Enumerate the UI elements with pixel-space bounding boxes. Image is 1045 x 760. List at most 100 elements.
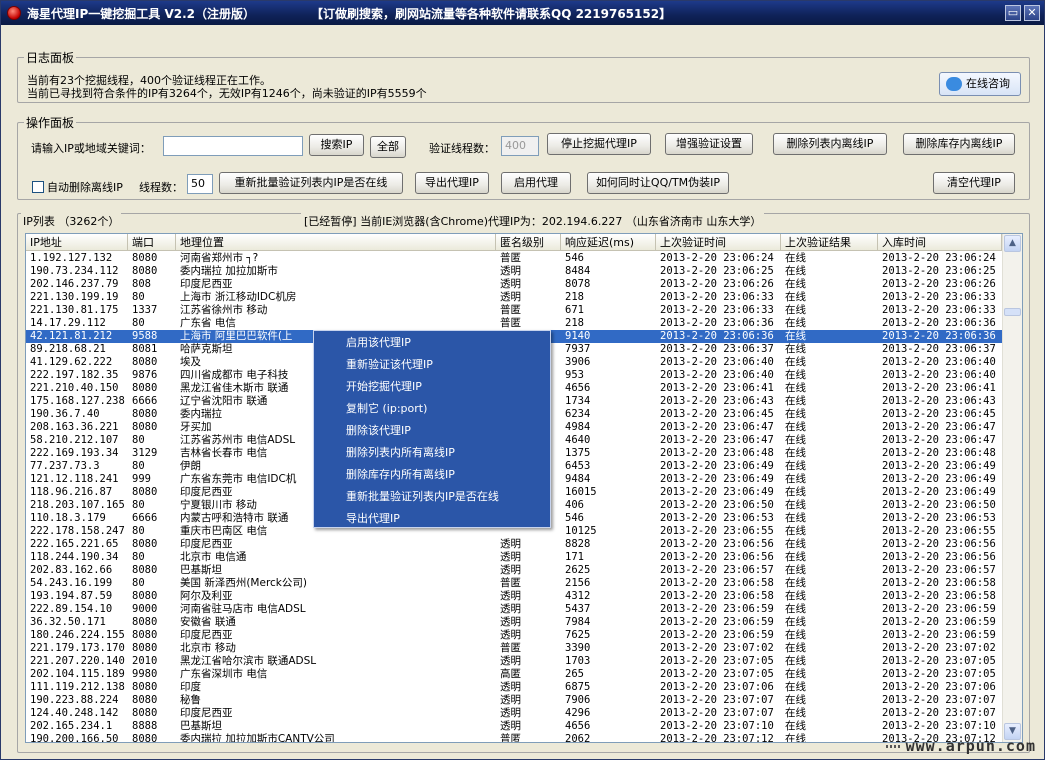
cell-last-verify-result: 在线 xyxy=(785,265,806,277)
header-col-port[interactable]: 端口 xyxy=(128,234,176,251)
close-button[interactable]: ✕ xyxy=(1024,5,1040,21)
cell-last-verify-result: 在线 xyxy=(785,408,806,420)
table-row[interactable]: 202.83.162.66 8080 巴基斯坦 透明 2625 2013-2-20 23:… xyxy=(26,564,1002,577)
cell-port: 80 xyxy=(132,525,145,537)
header-col-anonymity[interactable]: 匿名级别 xyxy=(496,234,561,251)
cell-ip: 202.83.162.66 xyxy=(30,564,113,576)
current-proxy-status: [已经暂停] 当前IE浏览器(含Chrome)代理IP为：202.194.6.2… xyxy=(301,213,765,229)
cell-added-time: 2013-2-20 23:06:59 xyxy=(882,603,996,615)
table-row[interactable]: 14.17.29.112 80 广东省 电信 普匿 218 2013-2-20 23:06… xyxy=(26,317,1002,330)
cell-ip: 1.192.127.132 xyxy=(30,252,113,264)
header-col-last-verify-time[interactable]: 上次验证时间 xyxy=(656,234,781,251)
table-row[interactable]: 202.104.115.189 9980 广东省深圳市 电信 高匿 265 2013-2-… xyxy=(26,668,1002,681)
table-row[interactable]: 202.146.237.79 808 印度尼西亚 透明 8078 2013-2-20 23… xyxy=(26,278,1002,291)
cell-added-time: 2013-2-20 23:07:07 xyxy=(882,707,996,719)
cell-ip: 111.119.212.138 xyxy=(30,681,125,693)
header-col-last-verify-result[interactable]: 上次验证结果 xyxy=(781,234,878,251)
cell-location: 上海市 浙江移动IDC机房 xyxy=(180,291,297,303)
delete-offline-list-button[interactable]: 删除列表内离线IP xyxy=(773,133,887,155)
table-row[interactable]: 124.40.248.142 8080 印度尼西亚 透明 4296 2013-2-20 2… xyxy=(26,707,1002,720)
table-row[interactable]: 180.246.224.155 8080 印度尼西亚 透明 7625 2013-2-20 … xyxy=(26,629,1002,642)
qq-tm-proxy-button[interactable]: 如何同时让QQ/TM伪装IP xyxy=(587,172,729,194)
window-title: 海星代理IP一键挖掘工具 V2.2（注册版） xyxy=(27,7,255,21)
scroll-up-button[interactable]: ▲ xyxy=(1004,235,1021,252)
verify-threads-input[interactable]: 400 xyxy=(501,136,539,156)
vertical-scrollbar[interactable]: ▲ ▼ xyxy=(1002,234,1022,742)
cell-last-verify-result: 在线 xyxy=(785,473,806,485)
title-bar[interactable]: 海星代理IP一键挖掘工具 V2.2（注册版） 【订做刷搜索，刷网站流量等各种软件… xyxy=(1,1,1044,25)
cell-location: 印度尼西亚 xyxy=(180,629,233,641)
table-row[interactable]: 193.194.87.59 8080 阿尔及利亚 透明 4312 2013-2-20 23… xyxy=(26,590,1002,603)
search-input[interactable] xyxy=(163,136,303,156)
context-menu-item[interactable]: 删除库存内所有离线IP xyxy=(314,464,550,486)
delete-offline-store-button[interactable]: 删除库存内离线IP xyxy=(903,133,1015,155)
cell-anonymity: 透明 xyxy=(500,681,521,693)
cell-latency: 10125 xyxy=(565,525,597,537)
cell-location: 广东省深圳市 电信 xyxy=(180,668,268,680)
enhanced-verify-button[interactable]: 增强验证设置 xyxy=(665,133,753,155)
cell-latency: 7906 xyxy=(565,694,591,706)
table-row[interactable]: 1.192.127.132 8080 河南省郑州市 ┐? 普匿 546 2013-2-20… xyxy=(26,252,1002,265)
table-row[interactable]: 36.32.50.171 8080 安徽省 联通 透明 7984 2013-2-20 23… xyxy=(26,616,1002,629)
header-col-latency[interactable]: 响应延迟(ms) xyxy=(561,234,656,251)
thread-count-input[interactable]: 50 xyxy=(187,174,213,194)
online-consult-button[interactable]: 在线咨询 xyxy=(939,72,1021,96)
table-row[interactable]: 221.130.199.19 80 上海市 浙江移动IDC机房 透明 218 2013-2… xyxy=(26,291,1002,304)
cell-port: 9000 xyxy=(132,603,158,615)
cell-location: 河南省驻马店市 电信ADSL xyxy=(180,603,306,615)
cell-last-verify-time: 2013-2-20 23:06:59 xyxy=(660,629,774,641)
search-ip-button[interactable]: 搜索IP xyxy=(309,134,364,156)
cell-last-verify-time: 2013-2-20 23:06:47 xyxy=(660,434,774,446)
table-row[interactable]: 118.244.190.34 80 北京市 电信通 透明 171 2013-2-20 23… xyxy=(26,551,1002,564)
table-row[interactable]: 221.207.220.140 2010 黑龙江省哈尔滨市 联通ADSL 透明 1703… xyxy=(26,655,1002,668)
table-row[interactable]: 221.130.81.175 1337 江苏省徐州市 移动 普匿 671 2013-2-2… xyxy=(26,304,1002,317)
context-menu-item[interactable]: 删除列表内所有离线IP xyxy=(314,442,550,464)
table-row[interactable]: 190.223.88.224 8080 秘鲁 透明 7906 2013-2-20 23:0… xyxy=(26,694,1002,707)
context-menu-item[interactable]: 导出代理IP xyxy=(314,508,550,530)
cell-port: 808 xyxy=(132,278,151,290)
minimize-button[interactable]: ▭ xyxy=(1005,5,1021,21)
table-row[interactable]: 190.200.166.50 8080 委内瑞拉 加拉加斯市CANTV公司 普匿 206… xyxy=(26,733,1002,742)
reverify-list-button[interactable]: 重新批量验证列表内IP是否在线 xyxy=(219,172,403,194)
scroll-thumb[interactable] xyxy=(1004,308,1021,316)
cell-location: 委内瑞拉 加拉加斯市 xyxy=(180,265,278,277)
header-col-ip[interactable]: IP地址 xyxy=(26,234,128,251)
cell-last-verify-result: 在线 xyxy=(785,252,806,264)
auto-delete-checkbox[interactable] xyxy=(32,181,44,193)
clear-proxy-button[interactable]: 清空代理IP xyxy=(933,172,1015,194)
cell-anonymity: 高匿 xyxy=(500,668,521,680)
cell-port: 8888 xyxy=(132,720,158,732)
table-row[interactable]: 190.73.234.112 8080 委内瑞拉 加拉加斯市 透明 8484 2013-2… xyxy=(26,265,1002,278)
cell-ip: 222.178.158.247 xyxy=(30,525,125,537)
context-menu-item[interactable]: 启用该代理IP xyxy=(314,332,550,354)
cell-last-verify-time: 2013-2-20 23:06:43 xyxy=(660,395,774,407)
cell-latency: 8078 xyxy=(565,278,591,290)
cell-location: 安徽省 联通 xyxy=(180,616,236,628)
export-proxy-button[interactable]: 导出代理IP xyxy=(415,172,489,194)
cell-ip: 190.36.7.40 xyxy=(30,408,100,420)
cell-anonymity: 透明 xyxy=(500,629,521,641)
context-menu-item[interactable]: 重新验证该代理IP xyxy=(314,354,550,376)
table-row[interactable]: 222.165.221.65 8080 印度尼西亚 透明 8828 2013-2-20 2… xyxy=(26,538,1002,551)
stop-mining-button[interactable]: 停止挖掘代理IP xyxy=(547,133,651,155)
cell-last-verify-result: 在线 xyxy=(785,343,806,355)
all-button[interactable]: 全部 xyxy=(370,136,406,158)
context-menu-item[interactable]: 复制它 (ip:port) xyxy=(314,398,550,420)
table-row[interactable]: 111.119.212.138 8080 印度 透明 6875 2013-2-20 23:… xyxy=(26,681,1002,694)
cell-last-verify-result: 在线 xyxy=(785,382,806,394)
cell-ip: 222.169.193.34 xyxy=(30,447,119,459)
table-row[interactable]: 202.165.234.1 8888 巴基斯坦 透明 4656 2013-2-20 23:… xyxy=(26,720,1002,733)
context-menu-item[interactable]: 重新批量验证列表内IP是否在线 xyxy=(314,486,550,508)
table-row[interactable]: 222.89.154.10 9000 河南省驻马店市 电信ADSL 透明 5437 201… xyxy=(26,603,1002,616)
context-menu-item[interactable]: 删除该代理IP xyxy=(314,420,550,442)
header-col-location[interactable]: 地理位置 xyxy=(176,234,496,251)
header-col-added-time[interactable]: 入库时间 xyxy=(878,234,1002,251)
cell-last-verify-result: 在线 xyxy=(785,603,806,615)
cell-last-verify-result: 在线 xyxy=(785,590,806,602)
enable-proxy-button[interactable]: 启用代理 xyxy=(501,172,571,194)
cell-last-verify-result: 在线 xyxy=(785,668,806,680)
table-row[interactable]: 221.179.173.170 8080 北京市 移动 普匿 3390 2013-2-20… xyxy=(26,642,1002,655)
table-row[interactable]: 54.243.16.199 80 美国 新泽西州(Merck公司) 普匿 2156 201… xyxy=(26,577,1002,590)
cell-added-time: 2013-2-20 23:06:56 xyxy=(882,538,996,550)
context-menu-item[interactable]: 开始挖掘代理IP xyxy=(314,376,550,398)
